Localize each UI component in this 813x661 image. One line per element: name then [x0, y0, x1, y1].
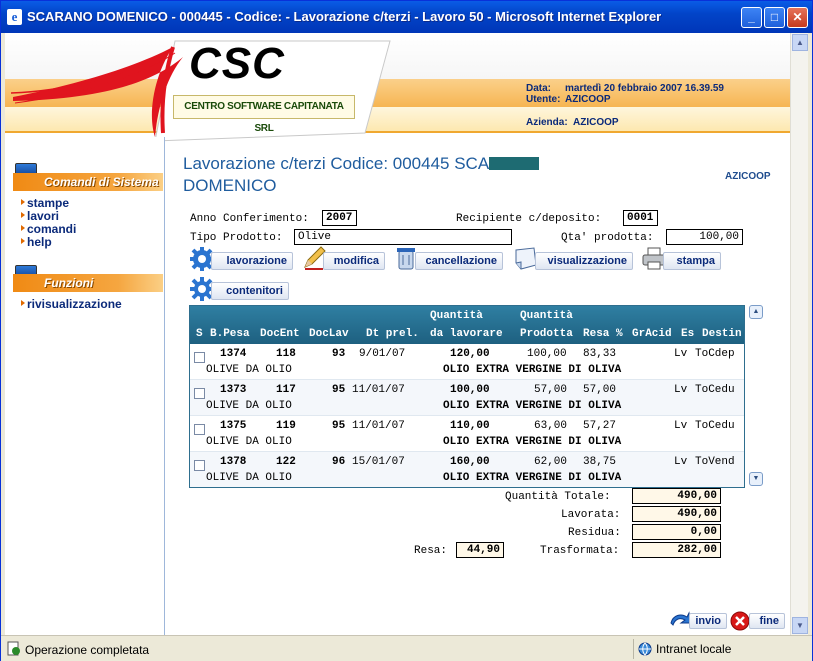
browser-window: e SCARANO DOMENICO - 000445 - Codice: - …: [0, 0, 813, 661]
table-row[interactable]: 1373 117 95 11/01/07 100,00 57,00 57,00 …: [190, 380, 744, 416]
company-value: AZICOOP: [573, 117, 619, 128]
sidebar-item-lavori[interactable]: lavori: [20, 209, 59, 223]
page-done-icon: [7, 641, 20, 656]
company-tag: AZICOOP: [725, 171, 771, 182]
qta-prodotta-field[interactable]: 100,00: [666, 229, 743, 245]
grid-scroll-down-button[interactable]: ▼: [749, 472, 763, 486]
col-destin: Destin: [702, 328, 742, 340]
lavorazioni-table: Quantità Quantità S B.Pesa DocEnt DocLav…: [189, 305, 745, 488]
page-scrollbar[interactable]: ▲ ▼: [790, 33, 808, 635]
scroll-down-arrow[interactable]: ▼: [792, 617, 808, 634]
redacted-block: [489, 157, 540, 170]
ie-icon: e: [7, 9, 22, 25]
sidebar-item-stampe[interactable]: stampe: [20, 196, 69, 210]
resa-field[interactable]: 44,90: [456, 542, 504, 558]
modifica-button[interactable]: modifica: [323, 252, 385, 270]
anno-field[interactable]: 2007: [322, 210, 357, 226]
csc-logo-text: CSC: [189, 39, 285, 88]
table-row[interactable]: 1374 118 93 9/01/07 120,00 100,00 83,33 …: [190, 344, 744, 380]
user-value: AZICOOP: [565, 94, 611, 105]
table-row[interactable]: 1378 122 96 15/01/07 160,00 62,00 38,75 …: [190, 452, 744, 487]
col-es: Es: [681, 328, 695, 340]
qta-prodotta-label: Qta' prodotta:: [561, 232, 654, 244]
row-checkbox[interactable]: [194, 424, 205, 435]
maximize-button[interactable]: □: [764, 7, 785, 28]
col-quantita-top: Quantità: [520, 310, 573, 322]
col-resa: Resa %: [583, 328, 623, 340]
sidebar-functions-title: Funzioni: [13, 274, 163, 292]
anno-label: Anno Conferimento:: [190, 213, 309, 225]
tipo-prodotto-field[interactable]: Olive: [294, 229, 512, 245]
resa-label: Resa:: [414, 545, 448, 557]
date-value: martedì 20 febbraio 2007 16.39.59: [565, 83, 724, 94]
tipo-prodotto-label: Tipo Prodotto:: [190, 232, 283, 244]
lavorata-field[interactable]: 490,00: [632, 506, 721, 522]
intranet-icon: [638, 642, 652, 656]
status-text: Operazione completata: [25, 643, 150, 657]
lavorazione-button[interactable]: lavorazione: [211, 252, 293, 270]
trasformata-label: Trasformata:: [540, 545, 620, 557]
sidebar-system-title: Comandi di Sistema: [13, 173, 163, 191]
residua-field[interactable]: 0,00: [632, 524, 721, 540]
visualizzazione-button[interactable]: visualizzazione: [535, 252, 633, 270]
table-row[interactable]: 1375 119 95 11/01/07 110,00 63,00 57,27 …: [190, 416, 744, 452]
scroll-up-arrow[interactable]: ▲: [792, 34, 808, 51]
page-content: CSC CENTRO SOFTWARE CAPITANATA SRL Data:…: [5, 33, 790, 635]
security-zone: Intranet locale: [633, 639, 731, 659]
status-bar: Operazione completata Intranet locale: [1, 635, 812, 661]
col-quantita-top: Quantità: [430, 310, 483, 322]
col-dalavorare: da lavorare: [430, 328, 503, 340]
date-label: Data:: [526, 83, 552, 94]
minimize-button[interactable]: _: [741, 7, 762, 28]
col-bpesa: B.Pesa: [210, 328, 250, 340]
row-checkbox[interactable]: [194, 388, 205, 399]
lavorata-label: Lavorata:: [561, 509, 621, 521]
stampa-button[interactable]: stampa: [663, 252, 721, 270]
zone-text: Intranet locale: [656, 642, 732, 656]
grid-scroll-up-button[interactable]: ▲: [749, 305, 763, 319]
table-header: Quantità Quantità S B.Pesa DocEnt DocLav…: [190, 306, 744, 344]
col-prodotta: Prodotta: [520, 328, 573, 340]
logo-subtitle: CENTRO SOFTWARE CAPITANATA SRL: [173, 95, 355, 134]
row-checkbox[interactable]: [194, 352, 205, 363]
sidebar-item-rivisualizzazione[interactable]: rivisualizzazione: [21, 297, 122, 311]
company-label: Azienda:: [526, 117, 568, 128]
send-arrow-icon: [670, 611, 691, 626]
page-title-line1: Lavorazione c/terzi Codice: 000445 SCA: [183, 154, 490, 173]
close-button[interactable]: ✕: [787, 7, 808, 28]
recipiente-field[interactable]: 0001: [623, 210, 658, 226]
fine-button[interactable]: fine: [749, 613, 785, 629]
totale-field[interactable]: 490,00: [632, 488, 721, 504]
totale-label: Quantità Totale:: [505, 491, 611, 503]
invio-button[interactable]: invio: [689, 613, 727, 629]
col-docent: DocEnt: [260, 328, 300, 340]
page-title-line2: DOMENICO: [183, 176, 277, 195]
contenitori-button[interactable]: contenitori: [211, 282, 289, 300]
close-circle-icon: [730, 611, 750, 631]
window-title: SCARANO DOMENICO - 000445 - Codice: - La…: [27, 9, 662, 24]
row-checkbox[interactable]: [194, 460, 205, 471]
cancellazione-button[interactable]: cancellazione: [415, 252, 503, 270]
sidebar-item-comandi[interactable]: comandi: [20, 222, 76, 236]
sidebar: Comandi di Sistema stampe lavori comandi…: [5, 137, 165, 635]
residua-label: Residua:: [568, 527, 621, 539]
user-label: Utente:: [526, 94, 561, 105]
trasformata-field[interactable]: 282,00: [632, 542, 721, 558]
page-title: Lavorazione c/terzi Codice: 000445 SCA D…: [183, 153, 623, 197]
col-gracid: GrAcid: [632, 328, 672, 340]
sidebar-item-help[interactable]: help: [21, 235, 52, 249]
col-doclav: DocLav: [309, 328, 349, 340]
title-bar[interactable]: e SCARANO DOMENICO - 000445 - Codice: - …: [1, 1, 812, 33]
col-dtprel: Dt prel.: [366, 328, 419, 340]
col-s: S: [196, 328, 203, 340]
recipiente-label: Recipiente c/deposito:: [456, 213, 602, 225]
